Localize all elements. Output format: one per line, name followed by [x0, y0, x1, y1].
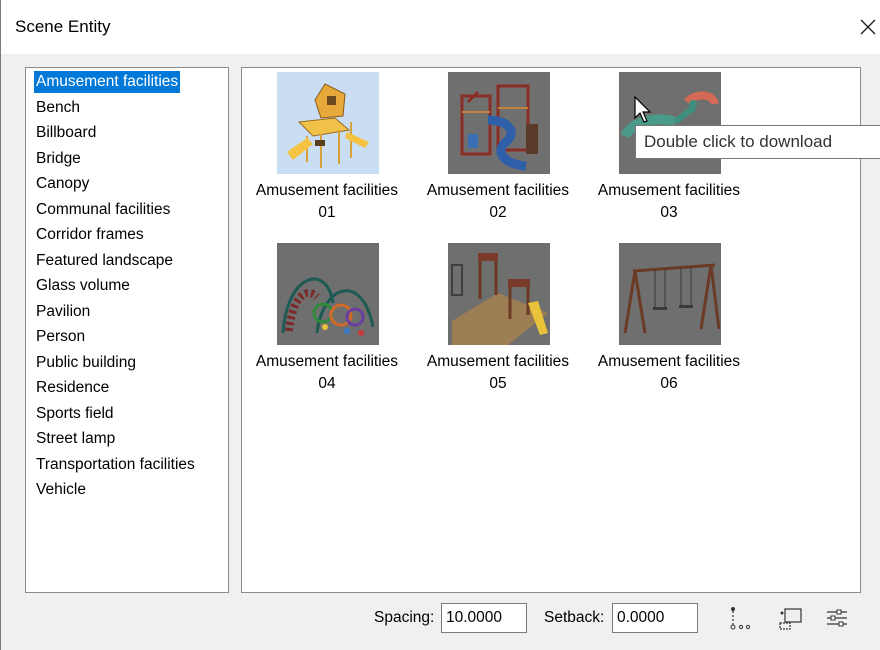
thumbnail-image: [448, 243, 550, 345]
category-item[interactable]: Sports field: [34, 403, 116, 425]
tooltip: Double click to download: [635, 125, 880, 159]
setback-input[interactable]: [612, 603, 698, 633]
thumbnail-image: [277, 72, 379, 174]
entity-tile[interactable]: Amusement facilities 02: [413, 68, 583, 228]
category-item[interactable]: Transportation facilities: [34, 454, 197, 476]
entity-tile[interactable]: Amusement facilities 06: [584, 239, 754, 399]
title-bar: Scene Entity: [1, 0, 880, 54]
category-item[interactable]: Corridor frames: [34, 224, 146, 246]
window-title: Scene Entity: [15, 17, 111, 36]
category-item[interactable]: Person: [34, 326, 87, 348]
thumbnail-image: [619, 243, 721, 345]
tile-label: Amusement facilities 05: [426, 353, 570, 392]
tile-label: Amusement facilities 01: [255, 182, 399, 221]
entity-tile[interactable]: Amusement facilities 04: [242, 239, 412, 399]
category-item[interactable]: Pavilion: [34, 301, 92, 323]
frame-select-icon[interactable]: [777, 603, 805, 633]
thumbnail-image: [448, 72, 550, 174]
category-item[interactable]: Street lamp: [34, 428, 117, 450]
category-item[interactable]: Billboard: [34, 122, 98, 144]
category-item[interactable]: Amusement facilities: [34, 71, 181, 93]
category-list[interactable]: Amusement facilities Bench Billboard Bri…: [25, 67, 229, 593]
category-item[interactable]: Bridge: [34, 148, 83, 170]
tile-label: Amusement facilities 02: [426, 182, 570, 221]
category-item[interactable]: Residence: [34, 377, 111, 399]
tile-label: Amusement facilities 04: [255, 353, 399, 392]
tile-label: Amusement facilities 06: [597, 353, 741, 392]
mouse-cursor-icon: [633, 95, 657, 126]
entity-tile[interactable]: Amusement facilities 01: [242, 68, 412, 228]
category-item[interactable]: Vehicle: [34, 479, 88, 501]
category-item[interactable]: Communal facilities: [34, 199, 172, 221]
scene-entity-dialog: Scene Entity Amusement facilities Bench …: [0, 0, 880, 650]
thumbnail-image: [277, 243, 379, 345]
category-item[interactable]: Canopy: [34, 173, 91, 195]
category-item[interactable]: Featured landscape: [34, 250, 175, 272]
entity-tile[interactable]: Amusement facilities 05: [413, 239, 583, 399]
category-item[interactable]: Glass volume: [34, 275, 132, 297]
distribute-points-icon[interactable]: [727, 603, 755, 633]
spacing-label: Spacing:: [374, 609, 435, 626]
tile-label: Amusement facilities 03: [597, 182, 741, 221]
category-item[interactable]: Public building: [34, 352, 138, 374]
spacing-input[interactable]: [441, 603, 527, 633]
close-icon[interactable]: [855, 14, 880, 40]
category-item[interactable]: Bench: [34, 97, 82, 119]
settings-sliders-icon[interactable]: [823, 603, 851, 633]
setback-label: Setback:: [544, 609, 605, 626]
